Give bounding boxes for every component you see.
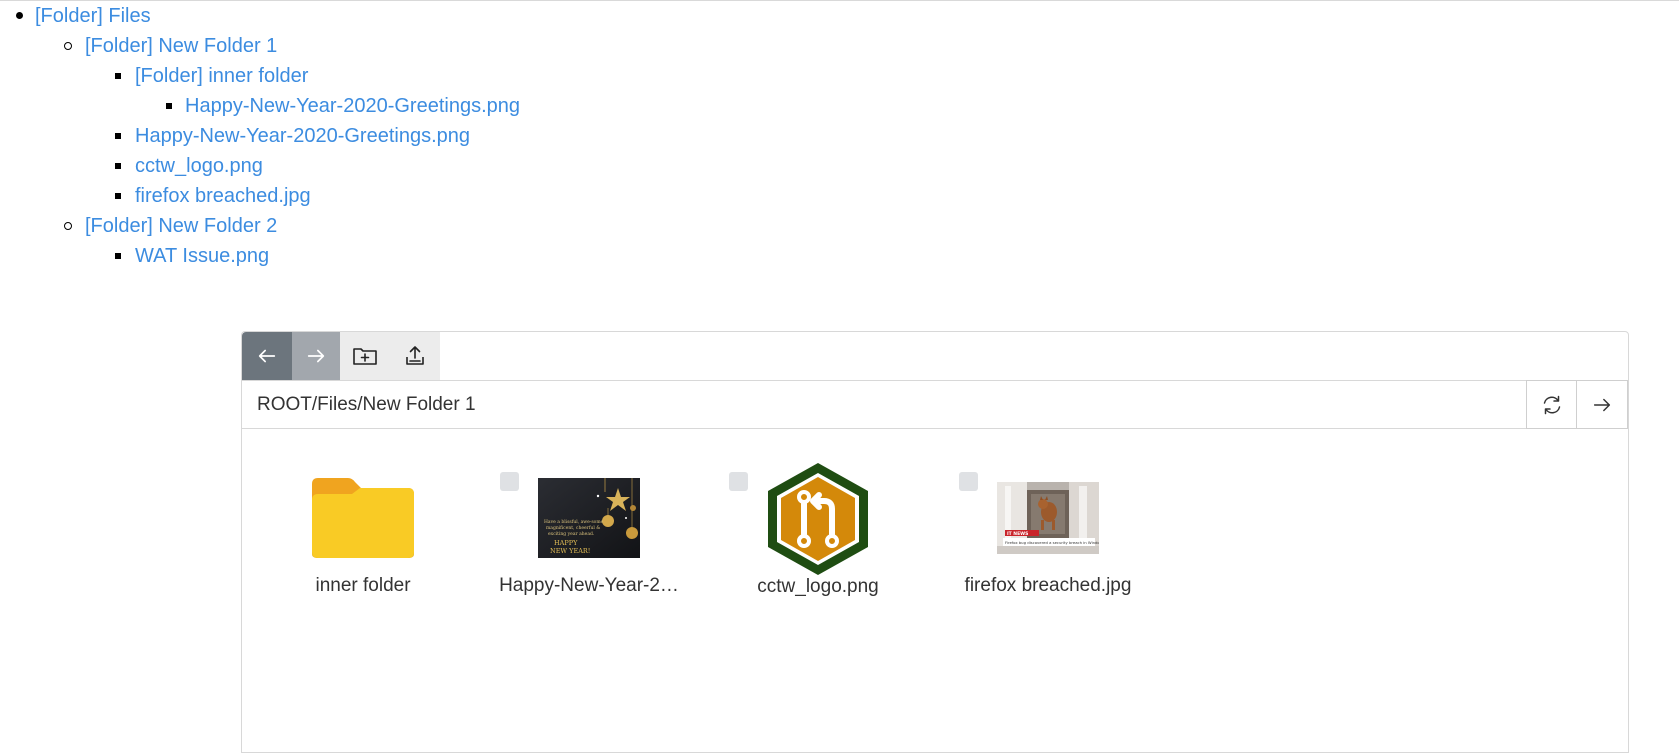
tree-item-firefox-breached: firefox breached.jpg [135, 181, 311, 211]
cctw-logo-thumbnail [768, 463, 868, 575]
tree-link-wat-issue[interactable]: WAT Issue.png [135, 245, 269, 267]
bullet-disc [16, 12, 23, 19]
select-checkbox[interactable] [500, 472, 519, 491]
select-checkbox[interactable] [729, 472, 748, 491]
refresh-button[interactable] [1526, 380, 1578, 429]
tree-item-new-folder-1: [Folder] New Folder 1 [85, 31, 277, 61]
bullet-square [115, 133, 121, 139]
path-bar: ROOT/Files/New Folder 1 [242, 380, 1628, 429]
tree-link-new-folder-2[interactable]: [Folder] New Folder 2 [85, 215, 277, 237]
tree-link-firefox-breached[interactable]: firefox breached.jpg [135, 185, 311, 207]
bullet-square [115, 73, 121, 79]
tree-item-files: [Folder] Files [35, 1, 151, 31]
bullet-square [115, 253, 121, 259]
back-button[interactable] [242, 332, 292, 380]
firefox-breached-thumbnail: IT NEWS Firefox bug discovered a securit… [997, 482, 1099, 554]
svg-text:NEW YEAR!: NEW YEAR! [550, 547, 590, 555]
file-item-inner-folder[interactable]: inner folder [263, 429, 463, 619]
file-label: firefox breached.jpg [964, 575, 1132, 596]
arrow-left-icon [258, 349, 276, 363]
svg-text:Have a blissful, awe-some: Have a blissful, awe-some [544, 519, 604, 525]
tree-link-files[interactable]: [Folder] Files [35, 5, 151, 27]
svg-text:HAPPY: HAPPY [554, 539, 578, 547]
svg-text:exciting year ahead.: exciting year ahead. [548, 531, 595, 537]
bullet-circle [64, 42, 72, 50]
tree-link-cctw-logo[interactable]: cctw_logo.png [135, 155, 263, 177]
new-folder-button[interactable] [340, 332, 390, 380]
arrow-right-icon [1593, 398, 1611, 411]
svg-text:IT NEWS: IT NEWS [1007, 531, 1028, 537]
file-label: inner folder [315, 575, 411, 596]
tree-item-inner-file: Happy-New-Year-2020-Greetings.png [185, 91, 520, 121]
tree-item-greetings: Happy-New-Year-2020-Greetings.png [135, 121, 470, 151]
file-item-happy-new-year[interactable]: Have a blissful, awe-some magnificent, c… [489, 429, 689, 619]
refresh-icon [1543, 395, 1561, 414]
bullet-square [115, 163, 121, 169]
bullet-circle [64, 222, 72, 230]
tree-item-cctw-logo: cctw_logo.png [135, 151, 263, 181]
upload-icon [406, 346, 424, 365]
go-button[interactable] [1576, 380, 1628, 429]
upload-button[interactable] [390, 332, 440, 380]
top-border [0, 0, 1679, 1]
tree-link-new-folder-1[interactable]: [Folder] New Folder 1 [85, 35, 277, 57]
file-label: Happy-New-Year-2… [499, 575, 679, 596]
path-input[interactable]: ROOT/Files/New Folder 1 [257, 381, 476, 428]
file-grid: inner folder Have a blissful, awe-some m… [242, 429, 1628, 752]
bullet-square [166, 103, 172, 109]
tree-link-inner-file[interactable]: Happy-New-Year-2020-Greetings.png [185, 95, 520, 117]
svg-text:Firefox bug discovered a secur: Firefox bug discovered a security breach… [1005, 540, 1099, 545]
tree-link-inner-folder[interactable]: [Folder] inner folder [135, 65, 308, 87]
greetings-thumbnail: Have a blissful, awe-some magnificent, c… [538, 478, 640, 558]
file-manager: ROOT/Files/New Folder 1 inner folder Hav… [241, 331, 1629, 753]
forward-button[interactable] [292, 332, 340, 380]
select-checkbox[interactable] [959, 472, 978, 491]
arrow-right-icon [307, 349, 325, 363]
bullet-square [115, 193, 121, 199]
tree-item-inner-folder: [Folder] inner folder [135, 61, 308, 91]
file-label: cctw_logo.png [757, 576, 879, 597]
folder-icon [312, 478, 414, 558]
tree-item-new-folder-2: [Folder] New Folder 2 [85, 211, 277, 241]
file-item-firefox-breached[interactable]: IT NEWS Firefox bug discovered a securit… [948, 429, 1148, 619]
file-item-cctw-logo[interactable]: cctw_logo.png [718, 429, 918, 619]
folder-plus-icon [353, 348, 377, 365]
svg-text:magnificent, cheerful &: magnificent, cheerful & [546, 525, 600, 531]
tree-link-greetings[interactable]: Happy-New-Year-2020-Greetings.png [135, 125, 470, 147]
tree-item-wat-issue: WAT Issue.png [135, 241, 269, 271]
toolbar [242, 332, 1628, 381]
